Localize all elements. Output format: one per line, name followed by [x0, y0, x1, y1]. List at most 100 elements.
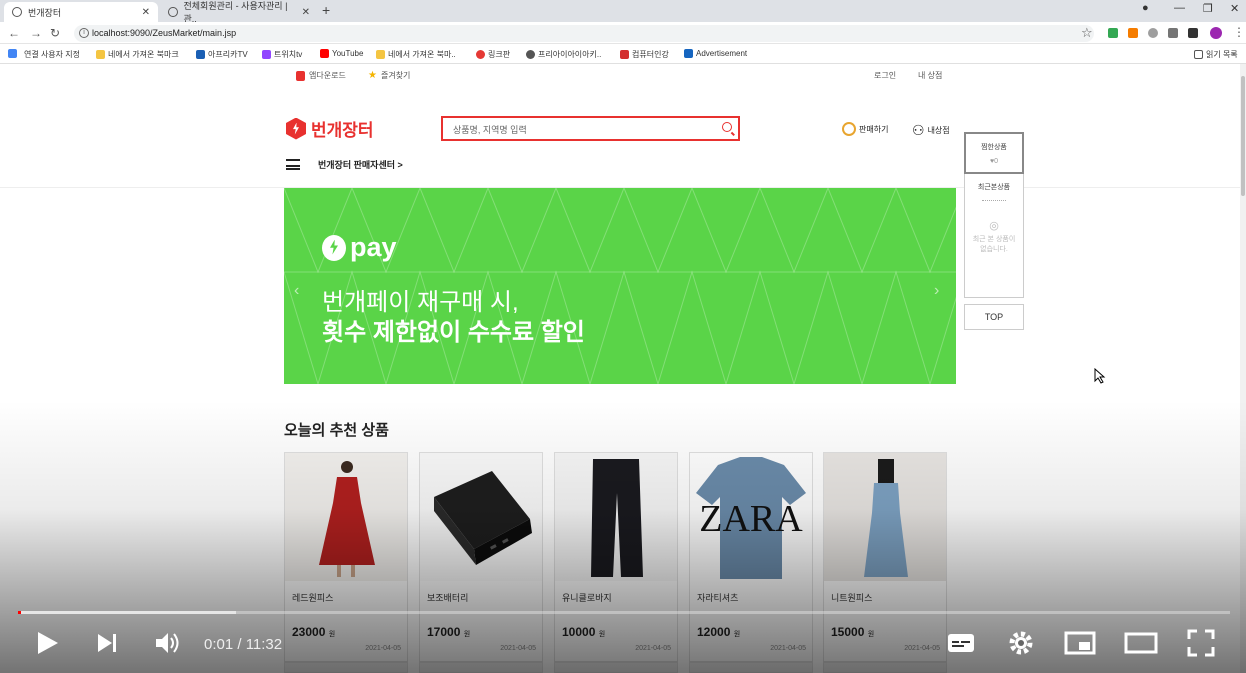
bookmark-label: YouTube [332, 49, 364, 58]
pay-logo: pay [322, 232, 397, 263]
fullscreen-icon[interactable] [1186, 628, 1216, 658]
liked-box[interactable]: 찜한상품 ♥0 [964, 132, 1024, 174]
globe-icon [526, 50, 535, 59]
extension-icon[interactable] [1108, 28, 1118, 38]
extension-icon[interactable] [1148, 28, 1158, 38]
product-name: 니트원피스 [831, 593, 873, 603]
bookmarks-bar: 연결 사용자 지정 네에서 가져온 북마크 아프리카TV 트위치tv YouTu… [0, 44, 1246, 64]
product-card-next-row[interactable] [689, 662, 813, 673]
my-shop-button[interactable]: ⚇ 내상점 [912, 122, 950, 139]
product-card-next-row[interactable] [284, 662, 408, 673]
bookmark-item[interactable]: 아프리카TV [196, 49, 248, 60]
bookmark-item[interactable]: 프리아이아이아키.. [526, 49, 601, 60]
sell-icon [842, 122, 856, 136]
price-unit: 원 [733, 631, 741, 638]
close-window-icon[interactable]: ✕ [1230, 2, 1239, 15]
forward-icon[interactable]: → [30, 26, 42, 40]
url-field[interactable]: i localhost:9090/ZeusMarket/main.jsp [74, 25, 1094, 42]
my-shop-label: 내 상점 [918, 71, 943, 80]
close-tab-icon[interactable]: ✕ [142, 7, 150, 18]
app-download-link[interactable]: 앱다운로드 [296, 70, 346, 81]
product-card-next-row[interactable] [823, 662, 947, 673]
product-date: 2021-04-05 [500, 645, 536, 652]
product-image [824, 453, 946, 581]
star-icon[interactable]: ☆ [1081, 25, 1093, 41]
extension-icon[interactable] [1168, 28, 1178, 38]
product-card[interactable]: 레드원피스 23000 원 2021-04-05 [284, 452, 408, 662]
scrollbar-thumb[interactable] [1241, 76, 1245, 196]
apps-grid-icon [8, 49, 17, 58]
info-icon[interactable]: i [79, 28, 89, 38]
product-card[interactable]: 보조배터리 17000 원 2021-04-05 [419, 452, 543, 662]
promo-banner[interactable]: pay 번개페이 재구매 시, 횟수 제한없이 수수료 할인 ‹ › [284, 188, 956, 384]
favorite-link[interactable]: ★ 즐겨찾기 [368, 70, 410, 81]
volume-icon[interactable] [154, 628, 182, 658]
bookmark-item[interactable]: 컴퓨터인강 [620, 49, 669, 60]
theater-mode-icon[interactable] [1124, 628, 1158, 658]
sell-button[interactable]: 판매하기 [842, 122, 888, 136]
profile-avatar[interactable] [1210, 27, 1222, 39]
url-text: localhost:9090/ZeusMarket/main.jsp [92, 28, 237, 38]
bookmark-item[interactable]: 링크판 [476, 49, 510, 60]
close-tab-icon[interactable]: ✕ [302, 7, 310, 18]
knit-dress-illustration [864, 459, 908, 577]
bookmark-item[interactable]: 트위치tv [262, 49, 302, 60]
price-unit: 원 [328, 631, 336, 638]
time-display: 0:01 / 11:32 [204, 636, 283, 653]
bookmark-item[interactable]: 네에서 가져온 북마.. [376, 49, 456, 60]
more-menu-icon[interactable]: ⋮ [1233, 25, 1245, 39]
product-price: 15000 원 [831, 625, 874, 639]
settings-gear-icon[interactable] [1006, 628, 1036, 658]
product-card[interactable]: 니트원피스 15000 원 2021-04-05 [823, 452, 947, 662]
next-icon[interactable] [96, 628, 120, 658]
login-link[interactable]: 로그인 [874, 70, 896, 81]
extension-icon[interactable] [1128, 28, 1138, 38]
twitch-icon [262, 50, 271, 59]
new-tab-icon[interactable]: + [322, 2, 330, 18]
subtitles-icon[interactable] [946, 628, 976, 658]
product-card-next-row[interactable] [419, 662, 543, 673]
prev-arrow-icon[interactable]: ‹ [294, 282, 299, 300]
page-scrollbar[interactable] [1240, 64, 1246, 673]
miniplayer-icon[interactable] [1064, 628, 1096, 658]
account-icon[interactable]: ● [1142, 2, 1149, 14]
site-logo[interactable]: 번개장터 [286, 116, 374, 141]
bookmark-item[interactable]: 연결 사용자 지정 [24, 49, 80, 60]
next-arrow-icon[interactable]: › [934, 282, 939, 300]
product-date: 2021-04-05 [770, 645, 806, 652]
product-card[interactable]: ZARA 자라티셔츠 12000 원 2021-04-05 [689, 452, 813, 662]
address-bar-row: ← → ↻ i localhost:9090/ZeusMarket/main.j… [0, 22, 1246, 44]
search-input[interactable]: 상품명, 지역명 입력 [441, 116, 740, 141]
seller-center-link[interactable]: 번개장터 판매자센터 > [318, 158, 403, 171]
category-row: 번개장터 판매자센터 > [286, 158, 403, 171]
tab-admin[interactable]: 전체회원관리 - 사용자관리 | 관.. ✕ [160, 1, 318, 24]
product-card[interactable]: 유니클로바지 10000 원 2021-04-05 [554, 452, 678, 662]
bookmark-item[interactable]: 네에서 가져온 북마크 [96, 49, 179, 60]
pay-bolt-icon [322, 234, 346, 261]
logo-text: 번개장터 [311, 121, 374, 140]
menu-icon[interactable] [286, 159, 300, 170]
bookmark-item[interactable]: Advertisement [684, 49, 747, 58]
product-card-next-row[interactable] [554, 662, 678, 673]
tab-bungae[interactable]: 번개장터 ✕ [4, 2, 158, 22]
product-price: 12000 원 [697, 625, 740, 639]
minimize-icon[interactable]: — [1174, 2, 1185, 14]
price-unit: 원 [867, 631, 875, 638]
reload-icon[interactable]: ↻ [50, 26, 60, 40]
bookmark-apps[interactable] [8, 49, 17, 58]
product-price: 17000 원 [427, 625, 470, 639]
progress-bar[interactable] [18, 611, 1230, 614]
play-icon[interactable] [36, 628, 60, 658]
eye-icon: ◎ [989, 220, 999, 232]
puzzle-icon[interactable] [1188, 28, 1198, 38]
bookmark-label: 프리아이아이아키.. [538, 50, 602, 59]
search-icon[interactable] [722, 122, 732, 132]
top-button[interactable]: TOP [964, 304, 1024, 330]
back-icon[interactable]: ← [8, 26, 20, 40]
star-icon: ★ [368, 70, 377, 81]
bookmark-item[interactable]: YouTube [320, 49, 363, 58]
restore-icon[interactable]: ❐ [1203, 2, 1213, 15]
my-shop-link[interactable]: 내 상점 [918, 70, 942, 81]
product-date: 2021-04-05 [904, 645, 940, 652]
reading-list[interactable]: 읽기 목록 [1194, 49, 1238, 60]
